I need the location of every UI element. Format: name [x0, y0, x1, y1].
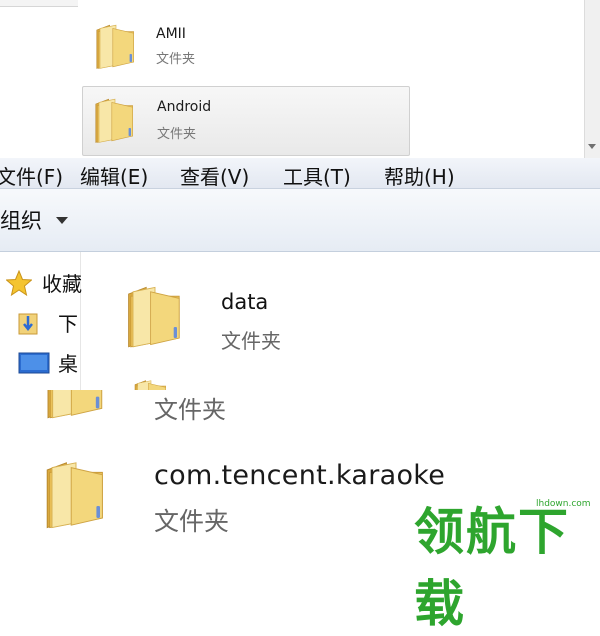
explorer-window-panel: 文件(F) 编辑(E) 查看(V) 工具(T) 帮助(H) 组织 收藏 下 桌 …: [0, 158, 600, 390]
command-toolbar: 组织: [0, 189, 600, 252]
menu-edit[interactable]: 编辑(E): [80, 161, 148, 190]
nav-pane-edge: [0, 0, 78, 7]
file-type: 文件夹: [154, 396, 226, 424]
watermark-url: lhdown.com: [536, 499, 591, 509]
nav-item-label: 收藏: [42, 272, 82, 296]
file-name: data: [221, 290, 269, 314]
folder-icon: [92, 12, 140, 80]
download-folder-icon: [18, 313, 38, 335]
file-item-data[interactable]: data 文件夹: [82, 262, 600, 362]
star-icon: [6, 270, 32, 296]
menu-bar: 文件(F) 编辑(E) 查看(V) 工具(T) 帮助(H): [0, 158, 600, 189]
folder-icon: [91, 89, 139, 151]
chevron-down-icon[interactable]: [56, 217, 68, 224]
file-type: 文件夹: [156, 52, 196, 67]
file-name: Android: [157, 99, 212, 115]
folder-icon: [126, 378, 176, 390]
file-name: AMII: [156, 26, 186, 42]
folder-icon: [122, 268, 188, 364]
folder-icon: [40, 440, 112, 548]
watermark-logo: 领航下载: [414, 503, 570, 633]
file-item-android[interactable]: Android 文件夹: [82, 86, 410, 156]
menu-file[interactable]: 文件(F): [0, 161, 63, 190]
desktop-icon: [18, 352, 50, 374]
file-type: 文件夹: [154, 507, 230, 536]
file-name: com.tencent.karaoke: [154, 460, 446, 491]
navigation-pane: 收藏 下 桌: [0, 252, 82, 390]
menu-tools[interactable]: 工具(T): [283, 161, 351, 190]
file-item-amii[interactable]: AMII 文件夹: [82, 4, 408, 72]
file-list: data 文件夹: [82, 252, 600, 390]
top-explorer-panel: AMII 文件夹 Android 文件夹: [0, 0, 600, 158]
file-type: 文件夹: [157, 127, 197, 142]
nav-item-label: 下: [58, 312, 78, 336]
scroll-down-arrow-icon[interactable]: [588, 144, 596, 149]
menu-view[interactable]: 查看(V): [180, 161, 249, 190]
file-type: 文件夹: [221, 329, 281, 353]
organize-button[interactable]: 组织: [0, 205, 42, 235]
folder-icon: [40, 390, 112, 420]
menu-help[interactable]: 帮助(H): [384, 161, 455, 190]
vertical-scrollbar[interactable]: [584, 0, 600, 158]
nav-item-label: 桌: [58, 352, 78, 376]
